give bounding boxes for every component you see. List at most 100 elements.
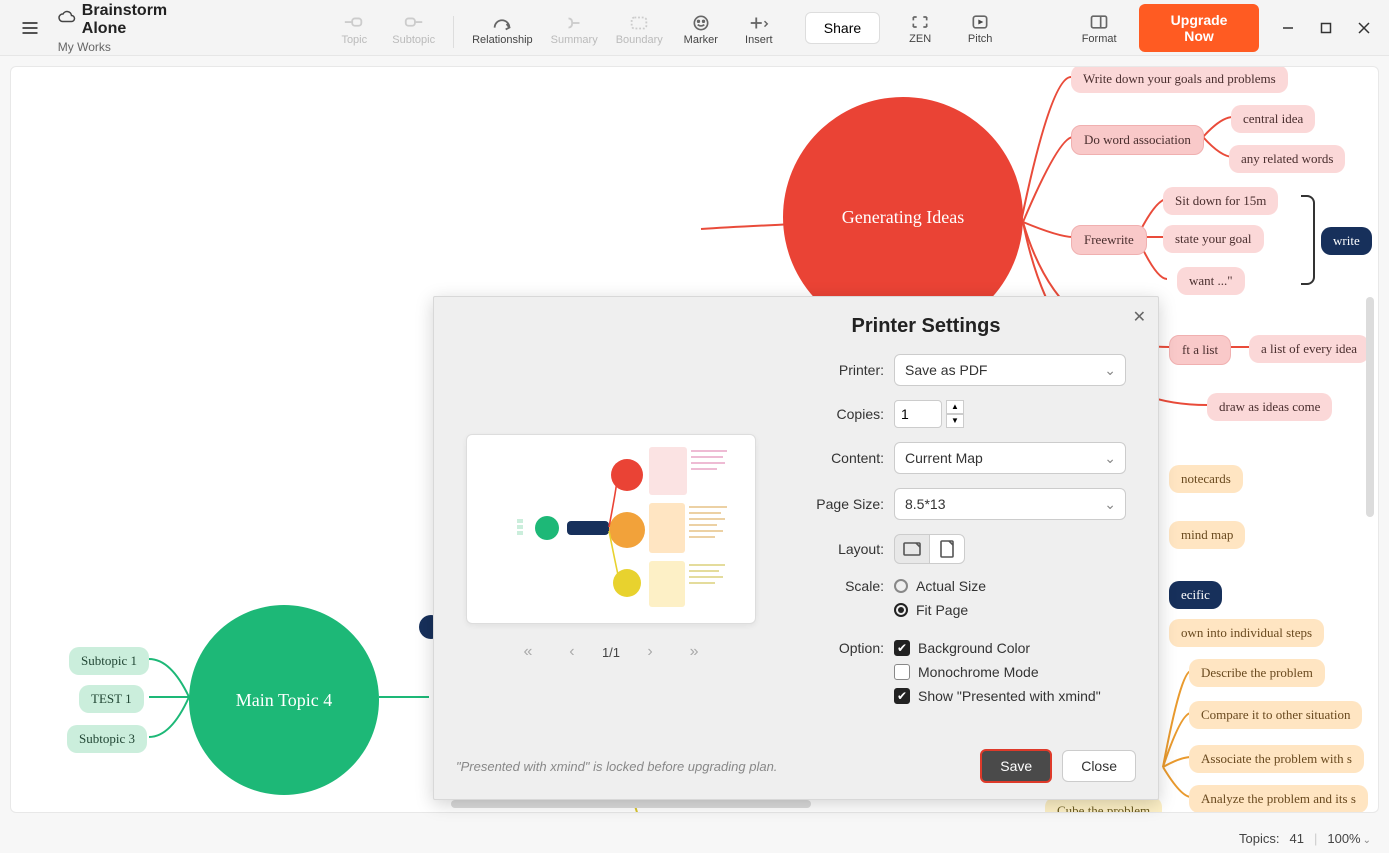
save-button[interactable]: Save [980,749,1052,783]
format-icon [1089,11,1109,33]
layout-portrait-button[interactable] [929,534,965,564]
node-subtopic-3[interactable]: Subtopic 3 [67,725,147,753]
checkbox-icon: ✔ [894,640,910,656]
printer-label: Printer: [794,362,884,378]
pagesize-label: Page Size: [794,496,884,512]
checkbox-icon [894,664,910,680]
node-list-every[interactable]: a list of every idea [1249,335,1369,363]
node-analyze[interactable]: Analyze the problem and its s [1189,785,1368,813]
topic-icon [343,12,365,34]
summary-bracket [1301,195,1315,285]
node-related-words[interactable]: any related words [1229,145,1345,173]
vertical-scrollbar[interactable] [1366,297,1374,517]
main-topic-4-node[interactable]: Main Topic 4 [189,605,379,795]
option-presented-check[interactable]: ✔ Show "Presented with xmind" [894,688,1101,704]
subtopic-icon [403,12,425,34]
insert-icon [748,12,770,34]
pagesize-select[interactable]: 8.5*13 ⌄ [894,488,1126,520]
subtopic-tool: Subtopic [392,12,435,46]
topics-label: Topics: [1239,831,1279,846]
close-button[interactable]: Close [1062,750,1136,782]
window-maximize[interactable] [1319,21,1333,35]
node-write[interactable]: write [1321,227,1372,255]
menu-button[interactable] [16,14,44,42]
content-label: Content: [794,450,884,466]
layout-label: Layout: [794,541,884,557]
printer-settings-dialog: ✕ Printer Settings [433,296,1159,800]
horizontal-scrollbar[interactable] [451,800,811,808]
node-individual[interactable]: own into individual steps [1169,619,1324,647]
boundary-icon [628,12,650,34]
node-want[interactable]: want ..." [1177,267,1245,295]
share-button[interactable]: Share [805,12,880,44]
node-subtopic-1[interactable]: Subtopic 1 [69,647,149,675]
summary-tool: Summary [551,12,598,46]
node-associate[interactable]: Associate the problem with s [1189,745,1364,773]
node-compare[interactable]: Compare it to other situation [1189,701,1362,729]
boundary-tool: Boundary [616,12,663,46]
zen-tool[interactable]: ZEN [900,11,940,45]
node-draw-ideas[interactable]: draw as ideas come [1207,393,1332,421]
scale-label: Scale: [794,578,884,594]
marker-tool[interactable]: Marker [681,12,721,46]
window-close[interactable] [1357,21,1371,35]
pitch-tool[interactable]: Pitch [960,11,1000,45]
node-state-goal[interactable]: state your goal [1163,225,1264,253]
copies-increase[interactable]: ▲ [946,400,964,414]
document-title: Brainstorm Alone [82,2,214,38]
node-write-down[interactable]: Write down your goals and problems [1071,66,1288,93]
option-label: Option: [794,640,884,656]
copies-label: Copies: [794,406,884,422]
format-tool[interactable]: Format [1079,11,1119,45]
radio-icon [894,579,908,593]
node-mind-map[interactable]: mind map [1169,521,1245,549]
scale-actual-option[interactable]: Actual Size [894,578,986,594]
page-first-button[interactable]: « [514,638,542,666]
node-sit-down[interactable]: Sit down for 15m [1163,187,1278,215]
content-select[interactable]: Current Map ⌄ [894,442,1126,474]
option-bg-check[interactable]: ✔ Background Color [894,640,1101,656]
printer-select[interactable]: Save as PDF ⌄ [894,354,1126,386]
option-mono-check[interactable]: Monochrome Mode [894,664,1101,680]
relationship-tool[interactable]: Relationship [472,12,533,46]
top-bar: Brainstorm Alone My Works Topic Subtopic… [0,0,1389,56]
copies-decrease[interactable]: ▼ [946,414,964,428]
copies-input[interactable] [894,400,942,428]
window-minimize[interactable] [1281,21,1295,35]
node-word-assoc[interactable]: Do word association [1071,125,1204,155]
topics-count: 41 [1290,831,1304,846]
scale-fit-option[interactable]: Fit Page [894,602,986,618]
layout-landscape-button[interactable] [894,534,930,564]
node-freewrite[interactable]: Freewrite [1071,225,1147,255]
node-ft-list[interactable]: ft a list [1169,335,1231,365]
zen-icon [910,11,930,33]
node-test-1[interactable]: TEST 1 [79,685,144,713]
preview-pager: « ‹ 1/1 › » [514,638,708,666]
relationship-icon [491,12,513,34]
dialog-close-icon[interactable]: ✕ [1133,307,1146,327]
page-last-button[interactable]: » [680,638,708,666]
marker-icon [691,12,711,34]
breadcrumb[interactable]: My Works [58,40,214,54]
lock-note: "Presented with xmind" is locked before … [456,759,777,774]
summary-icon [563,12,585,34]
page-next-button[interactable]: › [636,638,664,666]
insert-tool[interactable]: Insert [739,12,779,46]
page-prev-button[interactable]: ‹ [558,638,586,666]
upgrade-button[interactable]: Upgrade Now [1139,4,1259,52]
title-block: Brainstorm Alone My Works [58,2,214,54]
status-bar: Topics: 41 | 100%⌄ [0,823,1389,853]
pitch-icon [970,11,990,33]
node-describe[interactable]: Describe the problem [1189,659,1325,687]
dialog-title: Printer Settings [456,315,1136,338]
node-central-idea[interactable]: central idea [1231,105,1315,133]
radio-icon [894,603,908,617]
canvas-area: Generating Ideas Write down your goals a… [0,56,1389,823]
node-notecards[interactable]: notecards [1169,465,1243,493]
node-specific[interactable]: ecific [1169,581,1222,609]
page-indicator: 1/1 [602,645,620,660]
zoom-level[interactable]: 100%⌄ [1327,831,1371,846]
cloud-icon [58,8,76,31]
topic-tool: Topic [334,12,374,46]
checkbox-icon: ✔ [894,688,910,704]
